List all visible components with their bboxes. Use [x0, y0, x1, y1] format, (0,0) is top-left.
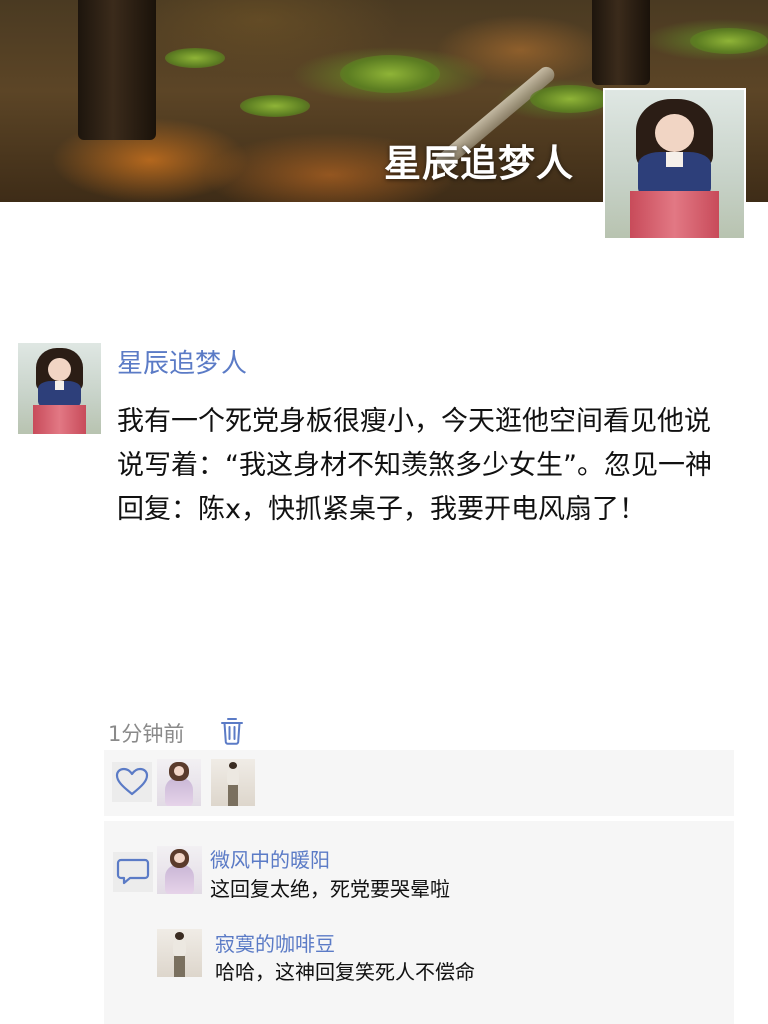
trash-icon-graphic — [221, 718, 243, 745]
like-avatar[interactable] — [211, 759, 255, 806]
comment-icon-graphic — [116, 858, 150, 885]
post-author-name[interactable]: 星辰追梦人 — [117, 343, 247, 380]
moments-page: 星辰追梦人 星辰追梦人 我有一个死党身板很瘦小，今天逛他空间看见他说说写着：“我… — [0, 0, 768, 1024]
comment-author[interactable]: 微风中的暖阳 — [210, 844, 330, 873]
heart-icon[interactable] — [112, 762, 152, 802]
post-author-avatar[interactable] — [18, 343, 101, 434]
moss-patch — [690, 28, 768, 54]
trash-icon[interactable] — [219, 716, 245, 746]
moss-patch — [240, 95, 310, 117]
heart-icon-graphic — [115, 767, 149, 796]
moss-patch — [165, 48, 225, 68]
like-avatar[interactable] — [157, 759, 201, 806]
post-timestamp: 1分钟前 — [108, 722, 185, 746]
moss-patch — [340, 55, 440, 93]
profile-name: 星辰追梦人 — [384, 142, 574, 185]
moss-patch — [530, 85, 610, 113]
comment-author[interactable]: 寂寞的咖啡豆 — [215, 928, 335, 957]
profile-avatar[interactable] — [603, 88, 746, 240]
post-text: 我有一个死党身板很瘦小，今天逛他空间看见他说说写着：“我这身材不知羡煞多少女生”… — [117, 406, 712, 525]
tree-trunk — [78, 0, 156, 140]
comment-text: 哈哈，这神回复笑死人不偿命 — [215, 960, 475, 984]
tree-trunk — [592, 0, 650, 85]
comment-avatar[interactable] — [157, 846, 202, 894]
comment-avatar[interactable] — [157, 929, 202, 977]
comment-text: 这回复太绝，死党要哭晕啦 — [210, 877, 450, 901]
comment-icon[interactable] — [113, 852, 153, 892]
